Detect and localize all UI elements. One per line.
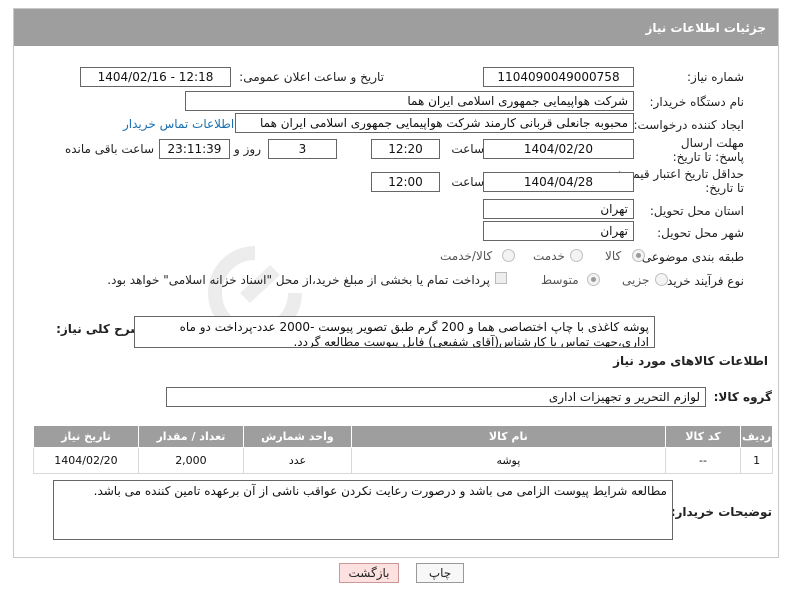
treasury-payment-note: پرداخت تمام یا بخشی از مبلغ خرید،از محل … bbox=[107, 273, 490, 287]
category-radio-goods[interactable] bbox=[632, 249, 645, 262]
category-label: طبقه بندی موضوعی: bbox=[637, 250, 744, 264]
response-time-field: 12:20 bbox=[371, 139, 440, 159]
treasury-payment-checkbox[interactable] bbox=[495, 272, 507, 284]
requester-field: محبوبه جانعلی قربانی کارمند شرکت هواپیما… bbox=[235, 113, 634, 133]
col-need-date: تاریخ نیاز bbox=[33, 425, 139, 448]
process-label: نوع فرآیند خرید : bbox=[659, 274, 744, 288]
response-days-field: 3 bbox=[268, 139, 337, 159]
cell-item-name: پوشه bbox=[350, 447, 666, 474]
print-button[interactable]: چاپ bbox=[416, 563, 464, 583]
buyer-notes-label: توضیحات خریدار: bbox=[670, 505, 772, 519]
buyer-contact-link[interactable]: اطلاعات تماس خریدار bbox=[123, 117, 234, 131]
cell-need-date: 1404/02/20 bbox=[33, 447, 139, 474]
buyer-notes-textarea: مطالعه شرایط پیوست الزامی می باشد و درصو… bbox=[53, 480, 673, 540]
response-days-label: روز و bbox=[234, 142, 261, 156]
category-radio-goods-service[interactable] bbox=[502, 249, 515, 262]
col-quantity: تعداد / مقدار bbox=[137, 425, 244, 448]
description-textarea: پوشه کاغذی با چاپ اختصاصی هما و 200 گرم … bbox=[134, 316, 655, 348]
response-date-field: 1404/02/20 bbox=[483, 139, 634, 159]
need-number-label: شماره نیاز: bbox=[687, 70, 744, 84]
panel-title: جزئیات اطلاعات نیاز bbox=[645, 20, 766, 35]
goods-section-title: اطلاعات کالاهای مورد نیاز bbox=[613, 354, 768, 368]
cell-unit: عدد bbox=[242, 447, 352, 474]
process-radio-medium[interactable] bbox=[587, 273, 600, 286]
col-item-code: کد کالا bbox=[664, 425, 742, 448]
cell-item-code: -- bbox=[664, 447, 742, 474]
price-validity-time-label: ساعت bbox=[451, 175, 484, 189]
goods-group-field: لوازم التحریر و تجهیزات اداری bbox=[166, 387, 706, 407]
cell-quantity: 2,000 bbox=[137, 447, 244, 474]
delivery-city-label: شهر محل تحویل: bbox=[657, 226, 744, 240]
response-deadline-label-text: مهلت ارسال پاسخ: تا تاریخ: bbox=[672, 136, 744, 164]
goods-group-label: گروه کالا: bbox=[713, 390, 772, 404]
category-option-goods: کالا bbox=[605, 249, 622, 263]
description-label: شرح کلی نیاز: bbox=[56, 322, 142, 336]
buyer-org-field: شرکت هواپیمایی جمهوری اسلامی ایران هما bbox=[185, 91, 634, 111]
table-row: 1 -- پوشه عدد 2,000 1404/02/20 bbox=[33, 447, 773, 474]
delivery-province-label: استان محل تحویل: bbox=[649, 204, 744, 218]
process-option-minor: جزیی bbox=[622, 273, 650, 287]
announce-datetime-label: تاریخ و ساعت اعلان عمومی: bbox=[239, 70, 384, 84]
category-option-goods-service: کالا/خدمت bbox=[440, 249, 493, 263]
remaining-time-field: 23:11:39 bbox=[159, 139, 230, 159]
category-option-service: خدمت bbox=[533, 249, 565, 263]
process-radio-minor[interactable] bbox=[655, 273, 668, 286]
need-number-field: 1104090049000758 bbox=[483, 67, 634, 87]
items-table: ردیف کد کالا نام کالا واحد شمارش تعداد /… bbox=[33, 425, 773, 474]
col-row-number: ردیف bbox=[740, 425, 773, 448]
panel-header: جزئیات اطلاعات نیاز bbox=[14, 9, 778, 46]
buyer-org-label: نام دستگاه خریدار: bbox=[649, 95, 745, 109]
price-validity-date-field: 1404/04/28 bbox=[483, 172, 634, 192]
announce-datetime-field: 1404/02/16 - 12:18 bbox=[80, 67, 231, 87]
cell-row-number: 1 bbox=[740, 447, 773, 474]
price-validity-time-field: 12:00 bbox=[371, 172, 440, 192]
page: جزئیات اطلاعات نیاز شماره نیاز: 11040900… bbox=[0, 0, 788, 598]
category-radio-service[interactable] bbox=[570, 249, 583, 262]
items-table-header-row: ردیف کد کالا نام کالا واحد شمارش تعداد /… bbox=[33, 425, 773, 448]
response-deadline-label: مهلت ارسال پاسخ: تا تاریخ: bbox=[652, 136, 744, 164]
col-unit: واحد شمارش bbox=[242, 425, 352, 448]
response-time-label: ساعت bbox=[451, 142, 484, 156]
col-item-name: نام کالا bbox=[350, 425, 666, 448]
delivery-province-field: تهران bbox=[483, 199, 634, 219]
delivery-city-field: تهران bbox=[483, 221, 634, 241]
process-option-medium: متوسط bbox=[541, 273, 579, 287]
remaining-time-label: ساعت باقی مانده bbox=[64, 142, 154, 156]
back-button[interactable]: بازگشت bbox=[339, 563, 399, 583]
requester-label: ایجاد کننده درخواست: bbox=[633, 118, 744, 132]
